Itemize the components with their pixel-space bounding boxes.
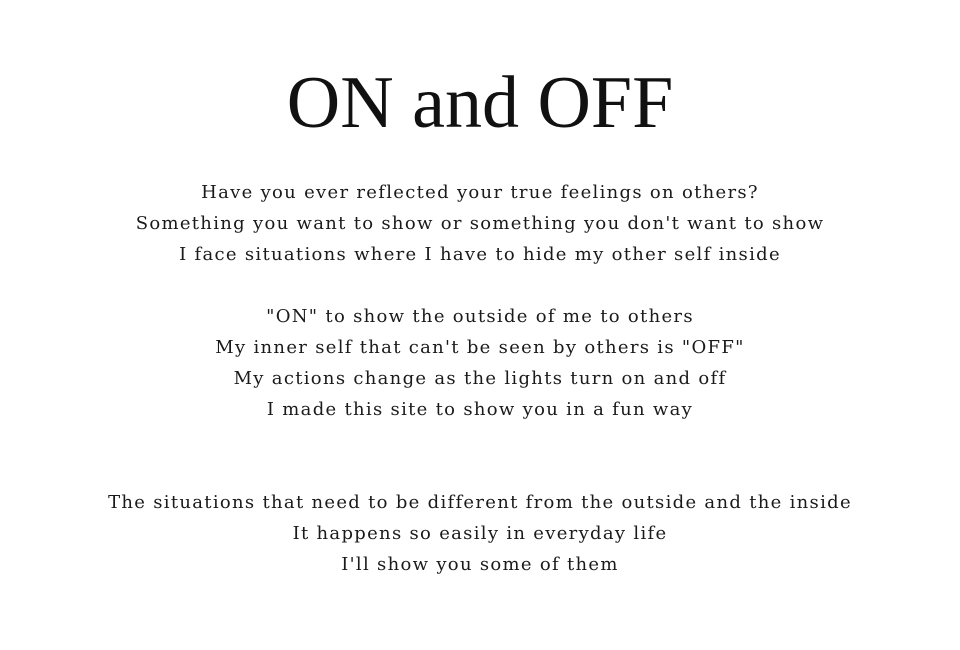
stanza-2-line-3: My actions change as the lights turn on … <box>233 368 727 389</box>
intro-stanza-3: The situations that need to be different… <box>0 487 960 580</box>
stanza-1-line-3: I face situations where I have to hide m… <box>179 244 781 265</box>
stanza-3-line-1: The situations that need to be different… <box>108 492 852 513</box>
stanza-1-line-2: Something you want to show or something … <box>135 213 825 234</box>
stanza-2-line-4: I made this site to show you in a fun wa… <box>266 399 694 420</box>
intro-stanza-2: "ON" to show the outside of me to others… <box>0 301 960 425</box>
intro-page: ON and OFF Have you ever reflected your … <box>0 0 960 650</box>
page-title: ON and OFF <box>286 62 674 144</box>
intro-stanza-1: Have you ever reflected your true feelin… <box>0 177 960 270</box>
stanza-2-line-1: "ON" to show the outside of me to others <box>266 306 694 327</box>
stanza-3-line-2: It happens so easily in everyday life <box>292 523 668 544</box>
stanza-1-line-1: Have you ever reflected your true feelin… <box>201 182 759 203</box>
stanza-3-line-3: I'll show you some of them <box>341 554 619 575</box>
stanza-2-line-2: My inner self that can't be seen by othe… <box>215 337 745 358</box>
